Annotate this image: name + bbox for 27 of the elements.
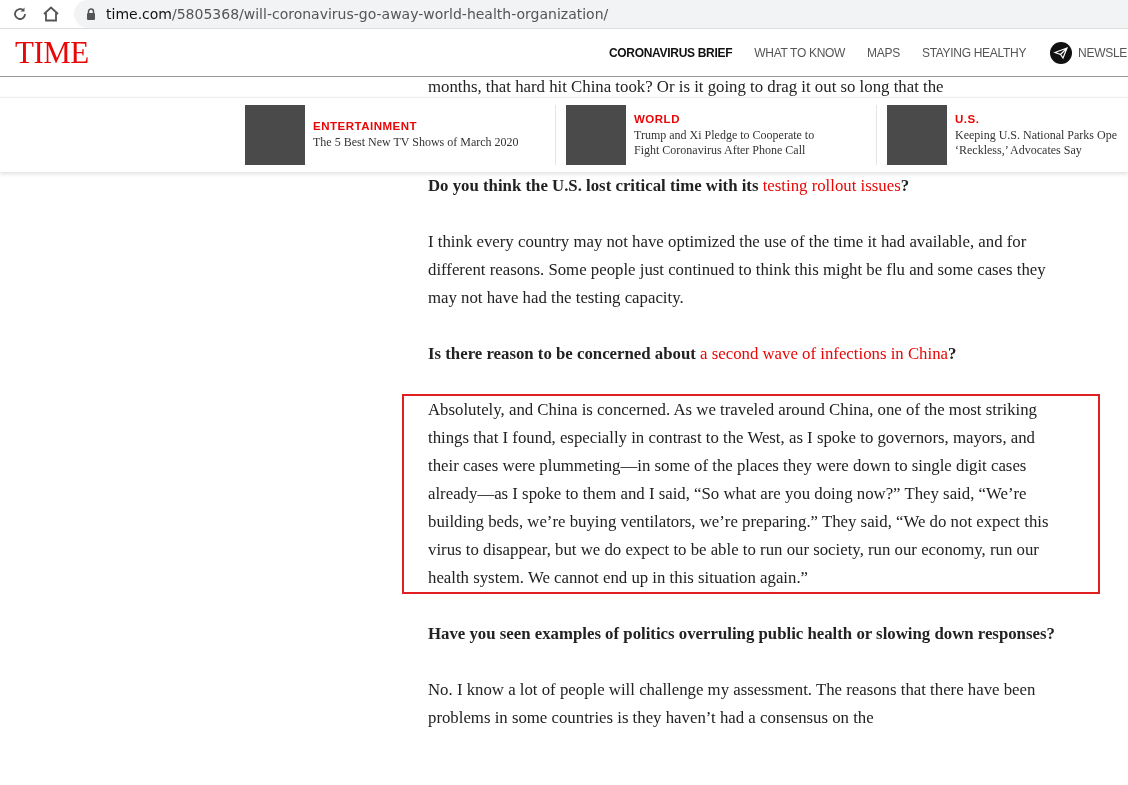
- question-heading: Do you think the U.S. lost critical time with its testing rollout issues?: [428, 175, 911, 197]
- nav-link[interactable]: CORONAVIRUS BRIEF: [608, 45, 733, 60]
- article-link[interactable]: a second wave of infections in China: [700, 344, 948, 363]
- paper-plane-icon[interactable]: [1050, 41, 1073, 64]
- article-text: months, that hard hit China took? Or is it going to drag it out so long that the: [428, 77, 945, 97]
- answer-paragraph: Absolutely, and China is concerned. As we traveled around China, one of the most striking things that I found, especially in contrast to the West, as I spoke to governors, mayors, and their cases were plummeting—in some of the places they were down to single digit cases already—as I spoke to them and I said, “So what are you doing now?” They said, “We’re building beds, we’re buying ventilators, we’re preparing.” They said, “We do not expect this virus to disappear, but we do expect to be able to run our society, run our economy, run our health system. We cannot end up in this situation again.”: [404, 396, 1098, 592]
- nav-link[interactable]: STAYING HEALTHY: [921, 45, 1027, 60]
- lock-icon: [86, 8, 96, 20]
- url-text: time.com/5805368/will-coronavirus-go-away-world-health-organization/: [106, 6, 609, 22]
- category-label[interactable]: ENTERTAINMENT: [313, 120, 545, 132]
- address-bar[interactable]: time.com/5805368/will-coronavirus-go-away-world-health-organization/: [74, 0, 1128, 28]
- answer-paragraph: I think every country may not have optimized the use of the time it had available, and for different reasons. Some people just continued to think this might be flu and some cases they may not have had the testing capacity.: [428, 231, 1047, 309]
- category-label[interactable]: WORLD: [634, 112, 866, 125]
- nav-link[interactable]: WHAT TO KNOW: [754, 45, 846, 60]
- site-logo[interactable]: TIME: [15, 34, 89, 71]
- home-icon[interactable]: [42, 6, 60, 22]
- reload-icon[interactable]: [12, 6, 28, 22]
- nav-link[interactable]: NEWSLE: [1078, 45, 1127, 60]
- question-heading: Is there reason to be concerned about a second wave of infections in China?: [428, 343, 958, 365]
- story-link[interactable]: The 5 Best New TV Shows of March 2020: [313, 135, 545, 150]
- story-link[interactable]: Keeping U.S. National Parks Ope ‘Reckless,’ Advocates Say: [955, 127, 1128, 158]
- article-link[interactable]: testing rollout issues: [762, 176, 901, 195]
- category-label[interactable]: U.S.: [955, 112, 1128, 125]
- story-link[interactable]: Trump and Xi Pledge to Cooperate to Fight Coronavirus After Phone Call: [634, 127, 866, 158]
- nav-link[interactable]: MAPS: [867, 45, 900, 60]
- answer-paragraph: No. I know a lot of people will challenge my assessment. The reasons that there have been problems in some countries is they haven’t had a consensus on the: [428, 679, 1037, 729]
- question-heading: Have you seen examples of politics overruling public health or slowing down responses?: [428, 623, 1056, 645]
